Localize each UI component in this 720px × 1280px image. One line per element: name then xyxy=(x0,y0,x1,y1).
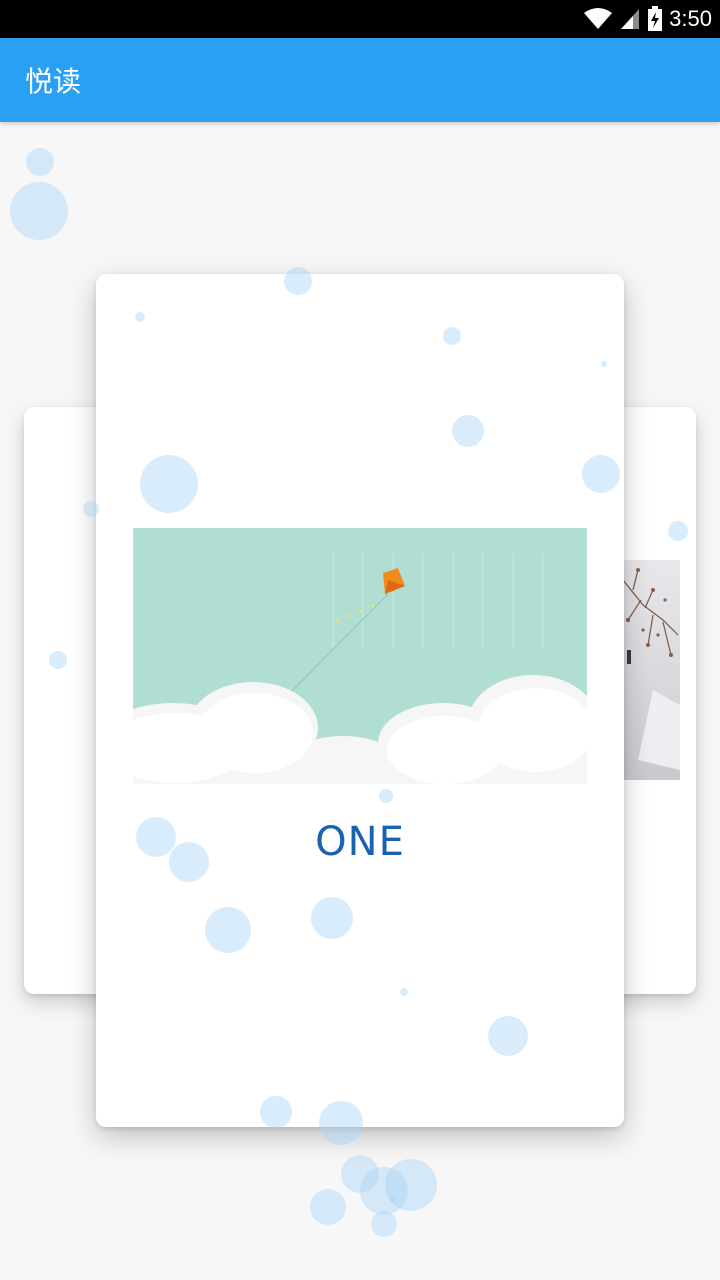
bubble xyxy=(26,148,54,176)
card-center[interactable]: ONE xyxy=(96,274,624,1127)
status-time: 3:50 xyxy=(669,6,712,31)
card-center-image xyxy=(98,528,598,800)
bubble xyxy=(371,1211,397,1237)
status-bar: 3:50 xyxy=(0,0,720,38)
bubble xyxy=(385,1159,437,1211)
app-bar: 悦读 xyxy=(0,38,720,122)
dried-flowers-illustration xyxy=(622,568,680,770)
bubble xyxy=(341,1155,379,1193)
signal-icon xyxy=(621,9,640,29)
battery-charging-icon xyxy=(648,6,663,31)
app-title: 悦读 xyxy=(25,65,82,98)
card-title: ONE xyxy=(315,819,405,865)
bubble xyxy=(310,1189,346,1225)
status-icons: 3:50 xyxy=(583,0,712,38)
wifi-icon xyxy=(584,8,613,29)
bubble xyxy=(360,1167,408,1215)
bubble xyxy=(390,1196,396,1202)
card-right-image xyxy=(622,560,680,780)
bubble xyxy=(10,182,68,240)
kite-clouds-illustration xyxy=(98,528,598,800)
